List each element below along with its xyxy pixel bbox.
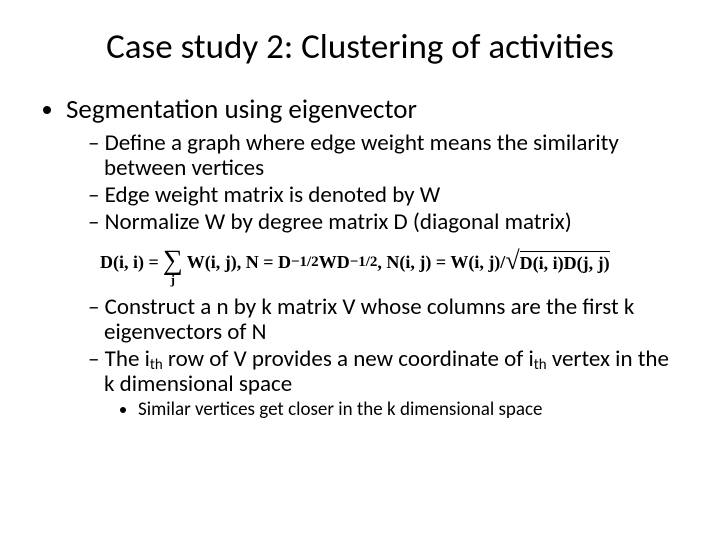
formula-part: WD <box>319 252 350 273</box>
formula-part: , N(i, j) = W(i, j)/ <box>377 252 505 273</box>
sigma-icon: ∑ j <box>163 248 183 285</box>
bullet-list-level2: Construct a n by k matrix V whose column… <box>66 295 680 421</box>
slide-title: Case study 2: Clustering of activities <box>40 26 680 68</box>
list-item: Normalize W by degree matrix D (diagonal… <box>88 210 680 235</box>
l3-text: Similar vertices get closer in the k dim… <box>138 398 542 421</box>
bullet-list-level2: Define a graph where edge weight means t… <box>66 131 680 234</box>
l2-text: Edge weight matrix is denoted by W <box>105 181 441 209</box>
slide: Case study 2: Clustering of activities S… <box>0 0 720 540</box>
list-item: Define a graph where edge weight means t… <box>88 131 680 181</box>
formula-exp: −1/2 <box>350 254 378 271</box>
l2-text: Normalize W by degree matrix D (diagonal… <box>105 208 572 236</box>
sigma-subscript: j <box>171 274 175 286</box>
l2-text: The i <box>105 345 150 373</box>
formula-exp: −1/2 <box>291 254 319 271</box>
list-item: Similar vertices get closer in the k dim… <box>138 399 680 422</box>
l2-text: Define a graph where edge weight means t… <box>104 129 619 182</box>
l2-text: row of V provides a new coordinate of i <box>163 345 534 373</box>
list-item: The ith row of V provides a new coordina… <box>88 347 680 421</box>
list-item: Segmentation using eigenvector Define a … <box>66 94 680 421</box>
list-item: Construct a n by k matrix V whose column… <box>88 295 680 345</box>
bullet-list-level1: Segmentation using eigenvector Define a … <box>40 94 680 421</box>
bullet-list-level3: Similar vertices get closer in the k dim… <box>104 399 680 422</box>
formula-part: W(i, j), N = D <box>187 252 291 273</box>
list-item: Edge weight matrix is denoted by W <box>88 183 680 208</box>
sqrt-icon: √D(i, i)D(j, j) <box>505 248 609 278</box>
l1-text: Segmentation using eigenvector <box>66 93 417 126</box>
formula-radicand: D(i, i)D(j, j) <box>520 251 610 274</box>
formula-part: D(i, i) = <box>100 252 159 273</box>
subscript-th: th <box>150 356 163 374</box>
l2-text: Construct a n by k matrix V whose column… <box>104 293 634 346</box>
subscript-th: th <box>534 356 547 374</box>
formula: D(i, i) = ∑ j W(i, j), N = D−1/2 WD−1/2 … <box>100 244 680 281</box>
